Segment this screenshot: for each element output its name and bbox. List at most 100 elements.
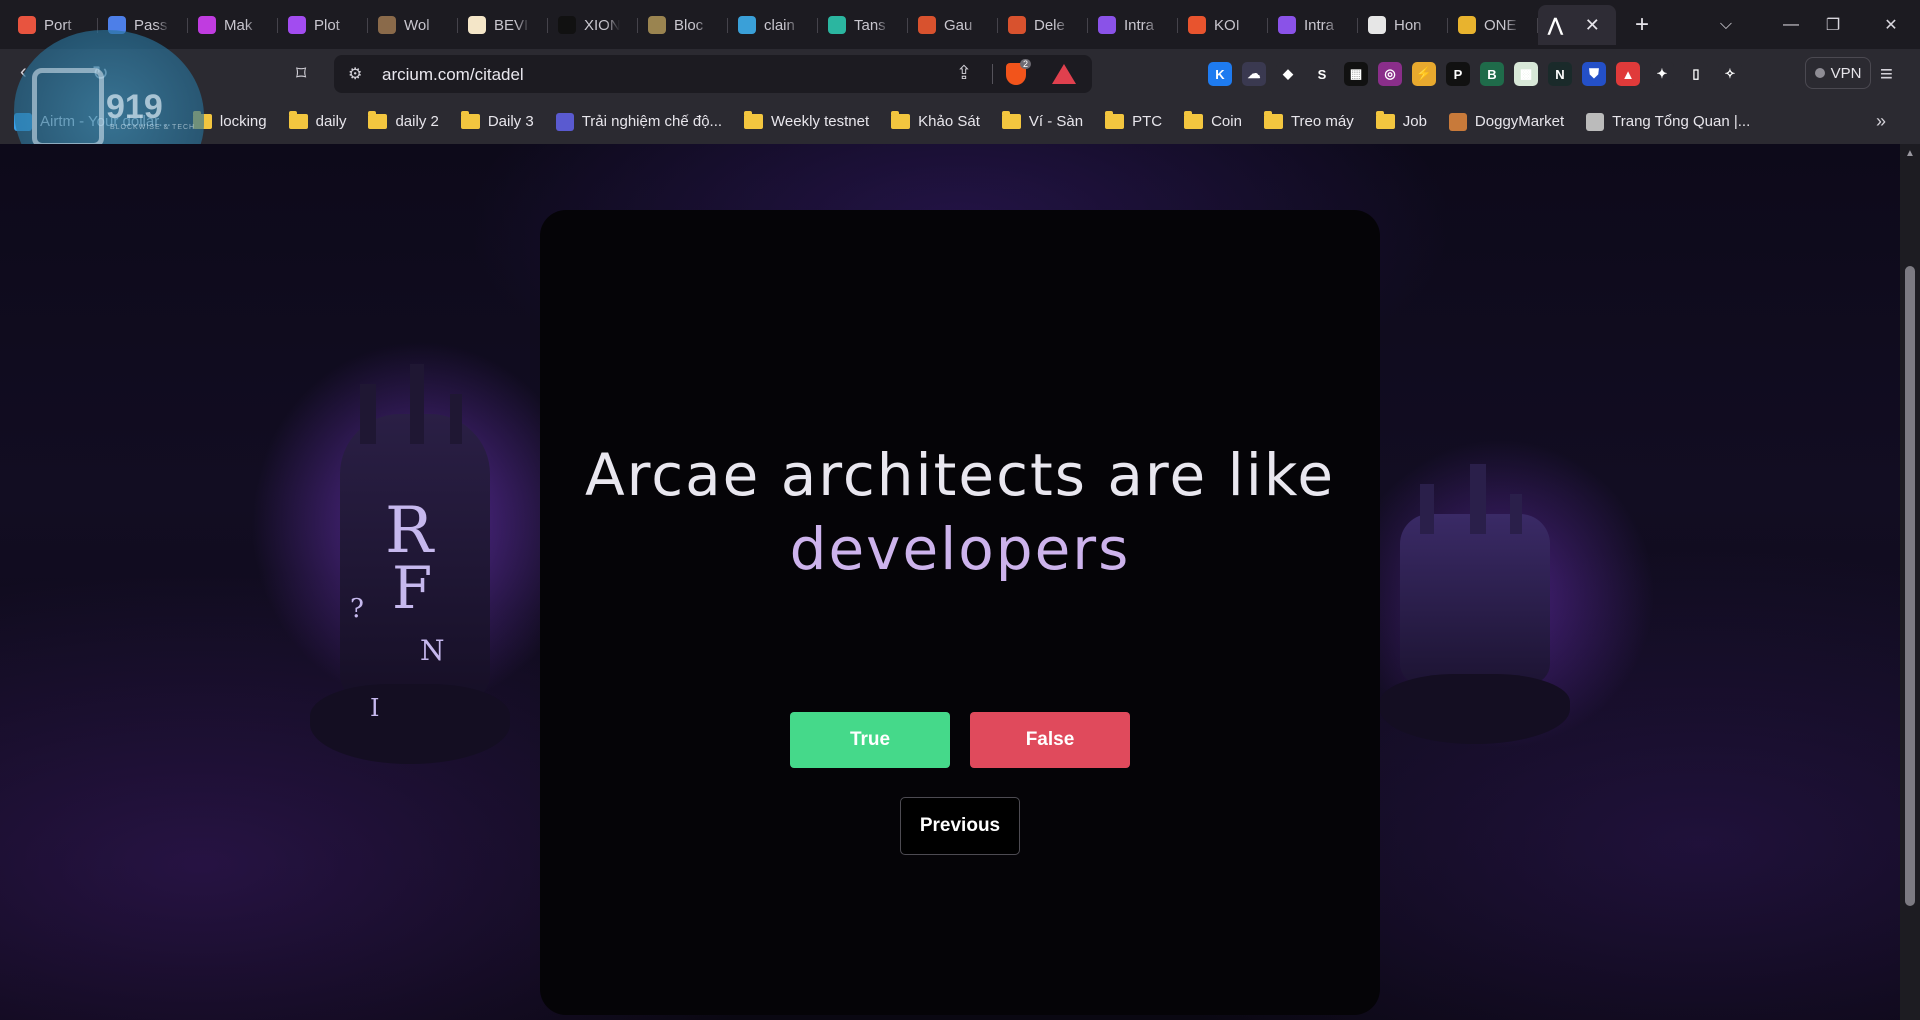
tab-favicon-icon: [558, 16, 576, 34]
tab-favicon-icon: [738, 16, 756, 34]
bookmark-item[interactable]: Treo máy: [1263, 111, 1354, 130]
folder-icon: [1184, 111, 1204, 129]
bookmark-item[interactable]: Daily 3: [460, 111, 534, 130]
tab-favicon-icon: [1278, 16, 1296, 34]
tab[interactable]: Gau: [908, 5, 998, 45]
bookmark-label: PTC: [1132, 113, 1163, 130]
bookmark-item[interactable]: Coin: [1184, 111, 1242, 130]
omnibox-separator: [992, 64, 993, 84]
bookmark-item[interactable]: Weekly testnet: [744, 111, 869, 130]
brave-rewards-icon[interactable]: [1052, 64, 1076, 84]
tab-title: ONE: [1484, 16, 1517, 34]
folder-icon: [368, 111, 388, 129]
tab[interactable]: XION: [548, 5, 638, 45]
extensions-bar: K ☁ ◆ S ▦ ◎ ⚡ P B ▩ N ⛊ ▲ ✦ ▯ ✧: [1208, 62, 1742, 86]
bookmark-item[interactable]: Khảo Sát: [891, 111, 980, 130]
tab-title: Mak: [224, 16, 253, 34]
tab[interactable]: Intra: [1268, 5, 1358, 45]
tab[interactable]: Mak: [188, 5, 278, 45]
tab-search-icon[interactable]: ⌵: [1703, 0, 1749, 49]
bookmark-label: Trang Tổng Quan |...: [1612, 113, 1751, 130]
folder-icon: [1375, 111, 1395, 129]
tab-title: Intra: [1124, 16, 1155, 34]
cloud-extension-icon[interactable]: ☁: [1242, 62, 1266, 86]
tab-favicon-icon: [1188, 16, 1206, 34]
grid-extension-icon[interactable]: ▩: [1514, 62, 1538, 86]
share-icon[interactable]: ⇪: [956, 62, 972, 85]
tab[interactable]: Plot: [278, 5, 368, 45]
tab[interactable]: clain: [728, 5, 818, 45]
bookmark-item[interactable]: daily 2: [368, 111, 439, 130]
bookmark-label: Khảo Sát: [918, 113, 980, 130]
site-favicon-icon: [555, 112, 574, 131]
bookmark-item[interactable]: daily: [288, 111, 346, 130]
okx-extension-icon[interactable]: ▦: [1344, 62, 1368, 86]
tab-favicon-icon: [1368, 16, 1386, 34]
bookmark-item[interactable]: Ví - Sàn: [1001, 111, 1083, 130]
tab-strip: Port Pass Mak Plot Wol BEVI XION Bloc clain Tans G…: [0, 0, 1920, 49]
scroll-up-icon[interactable]: ▲: [1905, 148, 1915, 159]
tab[interactable]: Tans: [818, 5, 908, 45]
quiz-card: Arcae architects are like developers Tru…: [540, 210, 1380, 1015]
castle-glyph: ?: [350, 594, 364, 624]
puzzle-icon[interactable]: ✦: [1650, 62, 1674, 86]
true-button[interactable]: True: [790, 712, 950, 768]
restore-button[interactable]: ❐: [1810, 0, 1856, 49]
tab[interactable]: Hon: [1358, 5, 1448, 45]
bookmark-item[interactable]: Job: [1375, 111, 1427, 130]
tab-title: XION: [584, 16, 620, 34]
false-button[interactable]: False: [970, 712, 1130, 768]
close-tab-icon[interactable]: ✕: [1585, 15, 1600, 36]
tab[interactable]: Wol: [368, 5, 458, 45]
tab[interactable]: ONE: [1448, 5, 1538, 45]
p-extension-icon[interactable]: P: [1446, 62, 1470, 86]
site-info-icon[interactable]: ⚙: [348, 64, 362, 84]
tab[interactable]: Bloc: [638, 5, 728, 45]
tab[interactable]: Intra: [1088, 5, 1178, 45]
tab[interactable]: BEVI: [458, 5, 548, 45]
bookmark-item[interactable]: DoggyMarket: [1448, 112, 1565, 131]
tab-favicon-icon: [1008, 16, 1026, 34]
address-bar[interactable]: ⚙ arcium.com/citadel ⇪ 2: [334, 55, 1092, 93]
bookmark-label: Treo máy: [1290, 113, 1354, 130]
folder-icon: [460, 111, 480, 129]
folder-icon: [288, 111, 308, 129]
more-bookmarks-icon[interactable]: »: [1876, 111, 1886, 132]
circle-extension-icon[interactable]: ◎: [1378, 62, 1402, 86]
n-extension-icon[interactable]: N: [1548, 62, 1572, 86]
tab-favicon-icon: [198, 16, 216, 34]
bookmark-item[interactable]: Trang Tổng Quan |...: [1586, 112, 1751, 131]
new-tab-button[interactable]: +: [1622, 11, 1662, 39]
bookmark-label: DoggyMarket: [1474, 113, 1565, 130]
sidebar-icon[interactable]: ▯: [1684, 62, 1708, 86]
bolt-extension-icon[interactable]: ⚡: [1412, 62, 1436, 86]
url-text[interactable]: arcium.com/citadel: [382, 65, 524, 85]
scrollbar-thumb[interactable]: [1905, 266, 1915, 906]
menu-icon[interactable]: ≡: [1880, 61, 1893, 87]
b-extension-icon[interactable]: B: [1480, 62, 1504, 86]
diamond-extension-icon[interactable]: ◆: [1276, 62, 1300, 86]
s-extension-icon[interactable]: S: [1310, 62, 1334, 86]
watermark-tagline: BLOCKWISE & TECH: [110, 124, 196, 131]
k-extension-icon[interactable]: K: [1208, 62, 1232, 86]
close-window-button[interactable]: ✕: [1868, 0, 1914, 49]
tab-title: Gau: [944, 16, 973, 34]
bookmark-item[interactable]: Trải nghiệm chế độ...: [555, 112, 723, 131]
vpn-button[interactable]: VPN: [1805, 57, 1871, 89]
leo-icon[interactable]: ✧: [1718, 62, 1742, 86]
bookmark-page-icon[interactable]: ⌑: [296, 61, 306, 86]
bookmark-item[interactable]: PTC: [1105, 111, 1163, 130]
tab-favicon-icon: [1458, 16, 1476, 34]
minimize-button[interactable]: —: [1768, 0, 1814, 49]
page-scrollbar[interactable]: ▲: [1900, 144, 1920, 1020]
tab[interactable]: Dele: [998, 5, 1088, 45]
previous-button[interactable]: Previous: [900, 797, 1020, 855]
bookmark-label: Trải nghiệm chế độ...: [581, 113, 723, 130]
bookmark-label: daily 2: [395, 113, 439, 130]
tab[interactable]: KOI: [1178, 5, 1268, 45]
tab-active[interactable]: ⋀ ✕: [1538, 5, 1616, 45]
lock-extension-icon[interactable]: ▲: [1616, 62, 1640, 86]
tab-list: Port Pass Mak Plot Wol BEVI XION Bloc clain Tans G…: [8, 5, 1662, 45]
castle-glyph: N: [420, 634, 445, 667]
shield-extension-icon[interactable]: ⛊: [1582, 62, 1606, 86]
